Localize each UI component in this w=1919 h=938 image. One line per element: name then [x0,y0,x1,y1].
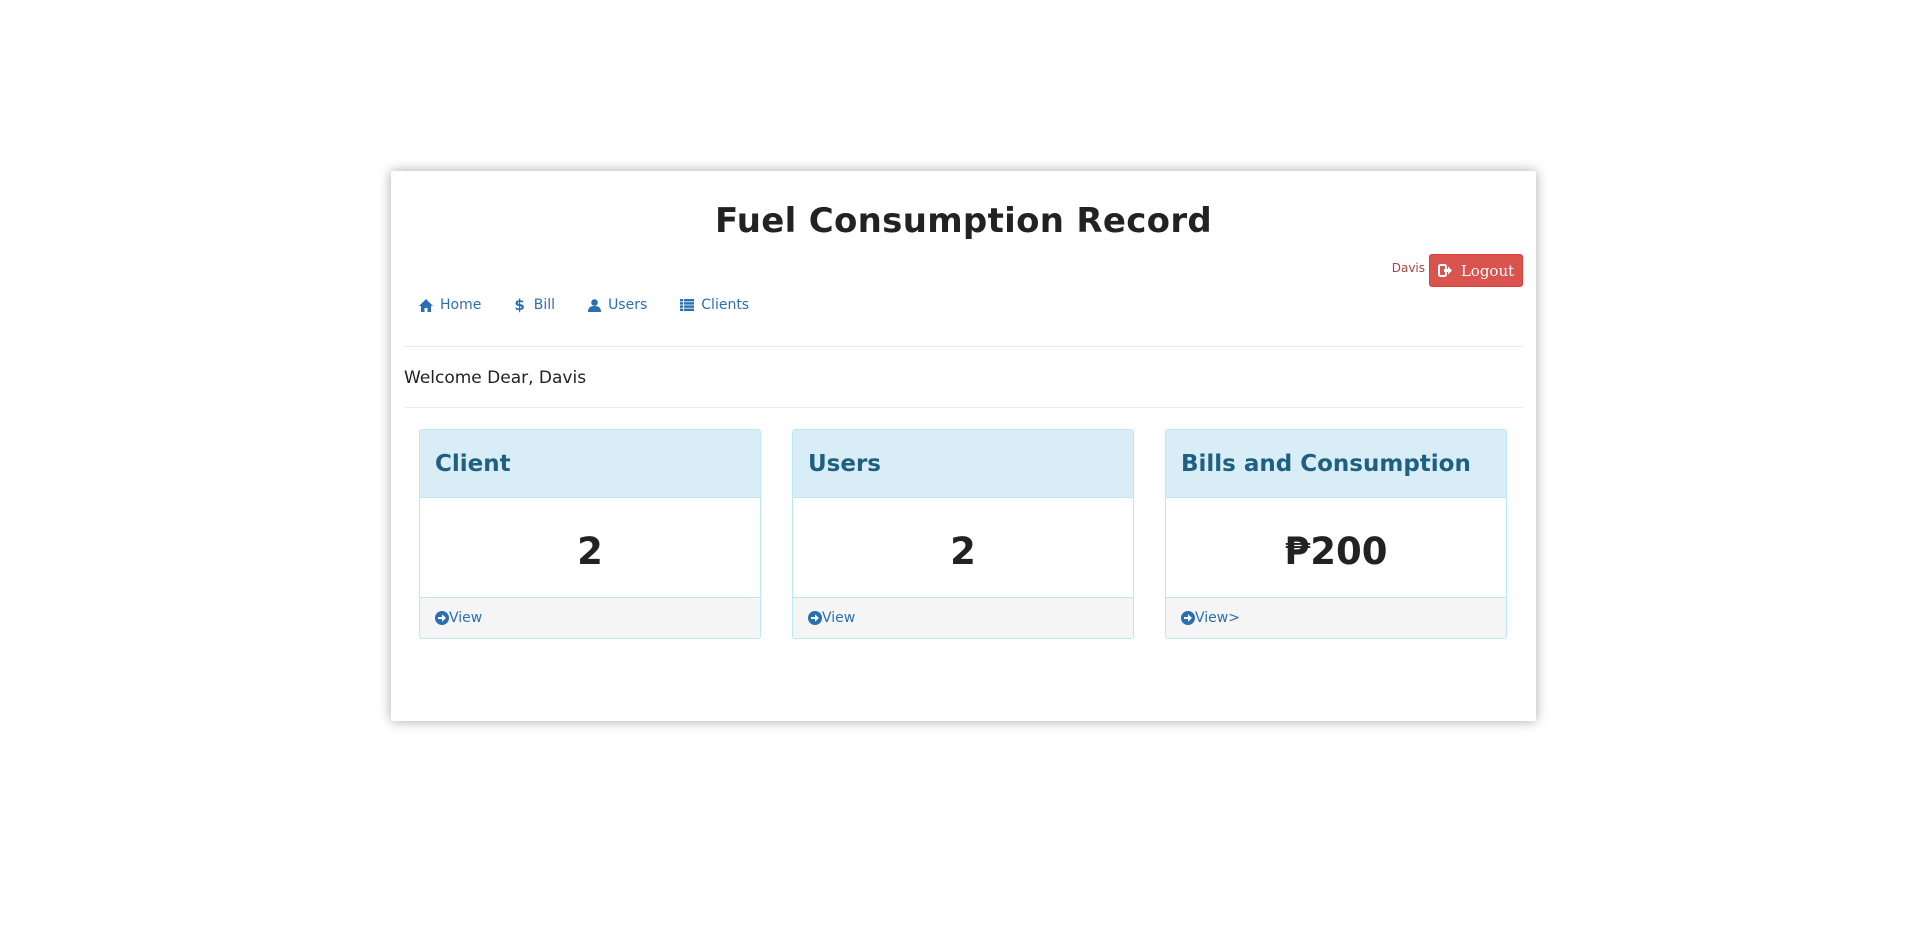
nav-label-users: Users [608,297,648,313]
panel-title: Users [793,430,1133,498]
nav-item-home[interactable]: Home [419,296,481,314]
panel-footer: View [793,597,1133,638]
nav-bar: Home $ Bill Users Clients [419,296,782,314]
arrow-circle-right-icon [435,611,449,625]
view-label: View [449,610,483,626]
nav-label-home: Home [440,297,482,313]
nav-item-bill[interactable]: $ Bill [514,296,555,314]
panel-value: 2 [577,529,603,573]
bills-panel: Bills and Consumption ₱200 View> [1165,429,1507,639]
arrow-circle-right-icon [1181,611,1195,625]
arrow-circle-right-icon [808,611,822,625]
panel-footer: View> [1166,597,1506,638]
user-icon [588,298,602,312]
users-view-link[interactable]: View [808,610,855,626]
divider [404,407,1523,408]
panel-title: Client [420,430,760,498]
user-box: Davis Logout [1392,254,1523,287]
client-view-link[interactable]: View [435,610,482,626]
nav-item-users[interactable]: Users [588,296,647,314]
panel-value: 2 [950,529,976,573]
view-label: View> [1195,610,1240,626]
page-title: Fuel Consumption Record [714,201,1213,241]
logout-icon [1437,264,1452,277]
list-icon [680,299,695,311]
logout-button[interactable]: Logout [1429,254,1523,287]
nav-label-bill: Bill [533,297,556,313]
nav-label-clients: Clients [701,297,750,313]
username: Davis [1391,261,1425,275]
welcome-message: Welcome Dear, Davis [404,368,587,388]
bills-view-link[interactable]: View> [1181,610,1240,626]
panel-value: ₱200 [1284,529,1388,573]
main-container: Fuel Consumption Record Davis Logout Hom… [391,171,1536,721]
panel-title: Bills and Consumption [1166,430,1506,498]
client-panel: Client 2 View [419,429,761,639]
divider [404,346,1523,347]
dollar-icon: $ [514,296,525,314]
nav-item-clients[interactable]: Clients [680,296,749,314]
panel-footer: View [420,597,760,638]
users-panel: Users 2 View [792,429,1134,639]
home-icon [419,298,433,312]
logout-label: Logout [1460,261,1515,280]
view-label: View [822,610,856,626]
